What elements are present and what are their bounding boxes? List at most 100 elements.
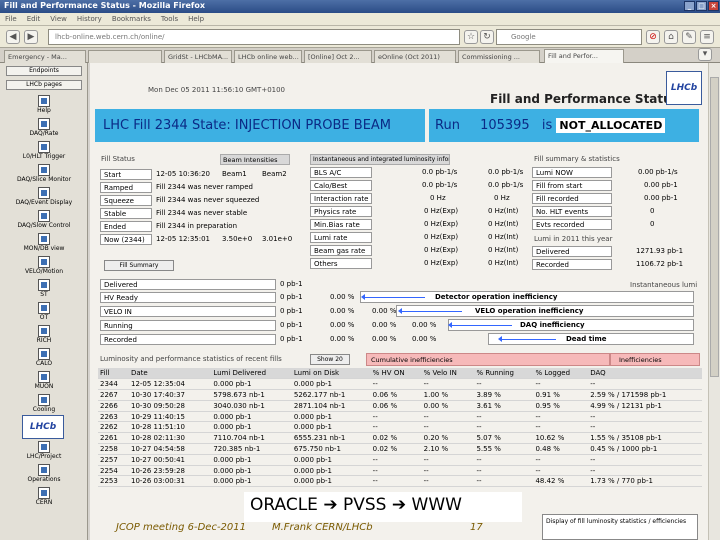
tab-1[interactable]: Emergency - Ma... — [4, 50, 86, 63]
fills-cell: 5262.177 nb-1 — [291, 389, 371, 401]
search-input[interactable]: Google — [496, 29, 642, 45]
dead-time-arrow — [498, 336, 556, 342]
fills-cell: -- — [588, 454, 702, 466]
fills-cell: -- — [370, 421, 422, 434]
fills-row: 2254 10-26 23:59:28 0.000 pb-1 0.000 pb-1 --… — [98, 465, 702, 477]
sidebar-item-operations[interactable]: Operations — [4, 464, 84, 483]
fill-status-now-time: 12-05 12:35:01 — [156, 235, 211, 243]
fills-cell: -- — [474, 465, 534, 477]
menu-history[interactable]: History — [72, 13, 107, 23]
sidebar-item-lhc-project[interactable]: LHC/Project — [4, 441, 84, 460]
maximize-icon[interactable]: □ — [696, 1, 707, 11]
sidebar-item-ot[interactable]: OT — [4, 302, 84, 321]
addon-icon[interactable]: ✎ — [682, 30, 696, 44]
minimize-icon[interactable]: _ — [684, 1, 695, 11]
sidebar-item-db-view[interactable]: MON/DB view — [4, 233, 84, 252]
fills-caption: Luminosity and performance statistics of… — [100, 355, 282, 363]
sidebar-item-rich[interactable]: RICH — [4, 325, 84, 344]
fills-cell: -- — [370, 454, 422, 466]
summary-hlt-events: No. HLT events — [532, 206, 612, 217]
tab-3[interactable]: GridSt - LHCbMA... — [164, 50, 232, 63]
scroll-thumb[interactable] — [710, 77, 719, 377]
sidebar-item-calo[interactable]: CALO — [4, 348, 84, 367]
sidebar-item-cooling[interactable]: Cooling — [4, 394, 84, 413]
vertical-scrollbar[interactable] — [708, 63, 720, 540]
fills-cell: 0.000 pb-1 — [291, 465, 371, 477]
tab-2[interactable] — [88, 50, 162, 63]
note-box: Display of fill luminosity statistics / … — [542, 514, 698, 540]
fills-cell: -- — [421, 465, 475, 477]
sidebar-item-help[interactable]: Help — [4, 95, 84, 114]
close-icon[interactable]: × — [708, 1, 719, 11]
sidebar-item-slice[interactable]: DAQ/Slice Monitor — [4, 164, 84, 183]
tab-7[interactable]: Commissioning ... — [458, 50, 540, 63]
int-row-lumi-v2: 0 Hz(Int) — [488, 233, 519, 241]
window-title: Fill and Performance Status - Mozilla Fi… — [4, 1, 206, 10]
bookmark-star-icon[interactable]: ☆ — [464, 30, 478, 44]
sidebar-top-lhcb[interactable]: LHCb pages — [6, 80, 82, 90]
year-recorded-val: 1106.72 pb-1 — [636, 260, 684, 268]
fills-cell: 0.000 pb-1 — [211, 465, 292, 477]
ot-icon — [38, 302, 50, 314]
fills-cell: 0.000 pb-1 — [211, 378, 292, 391]
fills-cell: 0.000 pb-1 — [291, 411, 371, 423]
col-fill: Fill — [98, 368, 129, 380]
fills-cell: 2.10 % — [421, 443, 475, 455]
lumi-delivered: Delivered — [100, 279, 276, 290]
fills-cell: 5.07 % — [474, 432, 534, 445]
menu-edit[interactable]: Edit — [22, 13, 46, 23]
fills-cell: 2257 — [98, 454, 129, 466]
sidebar-item-event-display[interactable]: DAQ/Event Display — [4, 187, 84, 206]
fills-body: 2344 12-05 12:35:04 0.000 pb-1 0.000 pb-1 --… — [98, 378, 702, 488]
beam1-header: Beam1 — [222, 170, 247, 178]
menu-help[interactable]: Help — [183, 13, 209, 23]
menu-bookmarks[interactable]: Bookmarks — [107, 13, 156, 23]
menu-file[interactable]: File — [0, 13, 22, 23]
menu-view[interactable]: View — [45, 13, 72, 23]
fills-table: Fill Date Lumi Delivered Lumi on Disk % … — [98, 368, 702, 488]
sidebar-item-st[interactable]: ST — [4, 279, 84, 298]
sidebar-top-endpoints[interactable]: Endpoints — [6, 66, 82, 76]
fills-cell: 0.000 pb-1 — [291, 378, 371, 391]
fills-cell: 0.000 pb-1 — [291, 421, 371, 434]
lumi-velo-in-val: 0 pb-1 — [280, 307, 303, 315]
sidebar-item-daq-rate[interactable]: DAQ/Rate — [4, 118, 84, 137]
reload-icon[interactable]: ↻ — [480, 30, 494, 44]
event-display-icon — [38, 187, 50, 199]
int-row-others-v2: 0 Hz(Int) — [488, 259, 519, 267]
back-icon[interactable]: ◀ — [6, 30, 20, 44]
forward-icon[interactable]: ▶ — [24, 30, 38, 44]
fill-status-start-time: 12-05 10:36:20 — [156, 170, 211, 178]
home-icon[interactable]: ⌂ — [664, 30, 678, 44]
fills-cell: -- — [474, 421, 534, 434]
menu-icon[interactable]: ≡ — [700, 30, 714, 44]
stop-icon[interactable]: ⊘ — [646, 30, 660, 44]
sidebar-item-muon[interactable]: MUON — [4, 371, 84, 390]
summary-fill-recorded-val: 0.00 pb-1 — [644, 194, 678, 202]
show-fills-button[interactable]: Show 20 — [310, 354, 350, 365]
sidebar-item-trigger[interactable]: L0/HLT Trigger — [4, 141, 84, 160]
tab-active[interactable]: Fill and Perfor... — [544, 49, 624, 63]
st-icon — [38, 279, 50, 291]
tab-6[interactable]: eOnline (Oct 2011) — [374, 50, 456, 63]
col-running: % Running — [474, 368, 534, 380]
tab-list-icon[interactable]: ▾ — [698, 48, 712, 61]
fill-status-ended-time: Fill 2344 in preparation — [156, 222, 238, 230]
menu-tools[interactable]: Tools — [156, 13, 183, 23]
tab-4[interactable]: LHCb online web... — [234, 50, 302, 63]
tab-5[interactable]: [Online] Oct 2... — [304, 50, 372, 63]
main-content: Mon Dec 05 2011 11:56:10 GMT+0100 Fill a… — [90, 63, 720, 540]
int-row-bls-v1: 0.0 pb-1/s — [422, 168, 458, 176]
fills-row: 2258 10-27 04:54:58 720.385 nb-1 675.750 nb… — [98, 443, 702, 455]
sidebar-item-slow-control[interactable]: DAQ/Slow Control — [4, 210, 84, 229]
sidebar-lhcb-logo[interactable]: LHCb — [22, 415, 64, 439]
url-input[interactable]: lhcb-online.web.cern.ch/online/ — [48, 29, 460, 45]
fills-cell: 3.89 % — [474, 389, 534, 401]
sidebar-item-velo-motion[interactable]: VELO/Motion — [4, 256, 84, 275]
sidebar-item-cern[interactable]: CERN — [4, 487, 84, 506]
calo-icon — [38, 348, 50, 360]
cern-icon — [38, 487, 50, 499]
fill-summary-button[interactable]: Fill Summary — [104, 260, 174, 271]
help-icon — [38, 95, 50, 107]
col-logged: % Logged — [533, 368, 589, 380]
